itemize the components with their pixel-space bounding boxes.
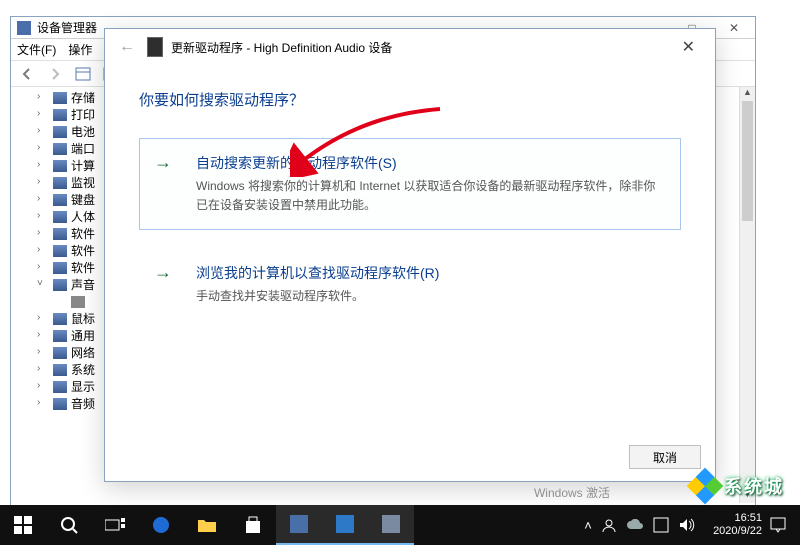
arrow-right-icon: → bbox=[154, 153, 172, 171]
close-button[interactable]: ✕ bbox=[719, 21, 749, 35]
update-driver-dialog: ← 更新驱动程序 - High Definition Audio 设备 ✕ 你要… bbox=[104, 28, 716, 482]
toolbar-back-icon[interactable] bbox=[17, 64, 37, 84]
tree-label: 音频 bbox=[71, 395, 95, 412]
taskbar-app-explorer[interactable] bbox=[184, 505, 230, 545]
menu-action[interactable]: 操作 bbox=[68, 41, 92, 58]
app-icon bbox=[290, 515, 308, 533]
tray-onedrive-icon[interactable] bbox=[627, 519, 653, 531]
option-auto-search[interactable]: → 自动搜索更新的驱动程序软件(S) Windows 将搜索你的计算机和 Int… bbox=[139, 138, 681, 230]
tray-volume-icon[interactable] bbox=[679, 518, 705, 532]
taskbar-clock[interactable]: 16:51 2020/9/22 bbox=[705, 512, 770, 538]
store-icon bbox=[244, 516, 262, 534]
watermark-icon bbox=[687, 468, 724, 505]
edge-icon bbox=[151, 515, 171, 535]
dialog-title: 更新驱动程序 - High Definition Audio 设备 bbox=[171, 39, 392, 56]
tree-label: 计算 bbox=[71, 157, 95, 174]
devmgr-icon bbox=[17, 21, 31, 35]
tree-label: 端口 bbox=[71, 140, 95, 157]
taskbar: ˄ 16:51 2020/9/22 bbox=[0, 505, 800, 545]
tree-label: 存储 bbox=[71, 89, 95, 106]
option-browse-local-desc: 手动查找并安装驱动程序软件。 bbox=[196, 287, 666, 306]
option-browse-local[interactable]: → 浏览我的计算机以查找驱动程序软件(R) 手动查找并安装驱动程序软件。 bbox=[139, 248, 681, 321]
option-auto-search-title: 自动搜索更新的驱动程序软件(S) bbox=[196, 153, 666, 173]
tree-label: 鼠标 bbox=[71, 310, 95, 327]
tree-label: 监视 bbox=[71, 174, 95, 191]
dialog-body: 你要如何搜索驱动程序？ → 自动搜索更新的驱动程序软件(S) Windows 将… bbox=[105, 65, 715, 322]
task-view-button[interactable] bbox=[92, 505, 138, 545]
start-button[interactable] bbox=[0, 505, 46, 545]
toolbar-forward-icon[interactable] bbox=[45, 64, 65, 84]
windows-logo-icon bbox=[14, 516, 32, 534]
tree-label: 软件 bbox=[71, 259, 95, 276]
tree-label: 电池 bbox=[71, 123, 95, 140]
tray-ime-icon[interactable] bbox=[653, 517, 679, 533]
folder-icon bbox=[197, 517, 217, 533]
tree-label: 网络 bbox=[71, 344, 95, 361]
watermark-text: 系统城 bbox=[724, 473, 784, 499]
tree-label: 键盘 bbox=[71, 191, 95, 208]
toolbar-properties-icon[interactable] bbox=[73, 64, 93, 84]
arrow-right-icon: → bbox=[154, 263, 172, 281]
tree-label: 声音 bbox=[71, 276, 95, 293]
scroll-up-icon[interactable]: ▲ bbox=[740, 87, 755, 101]
tree-label: 软件 bbox=[71, 242, 95, 259]
tree-label: 显示 bbox=[71, 378, 95, 395]
search-icon bbox=[60, 516, 78, 534]
taskbar-app-devmgr[interactable] bbox=[368, 505, 414, 545]
tree-label: 打印 bbox=[71, 106, 95, 123]
devmgr-scrollbar[interactable]: ▲ ▼ bbox=[739, 87, 755, 503]
search-button[interactable] bbox=[46, 505, 92, 545]
option-browse-local-title: 浏览我的计算机以查找驱动程序软件(R) bbox=[196, 263, 666, 283]
tree-label: 系统 bbox=[71, 361, 95, 378]
devmgr-taskbar-icon bbox=[382, 515, 400, 533]
taskbar-app-store[interactable] bbox=[230, 505, 276, 545]
devmgr-title-text: 设备管理器 bbox=[37, 19, 97, 36]
dialog-header: ← 更新驱动程序 - High Definition Audio 设备 ✕ bbox=[105, 29, 715, 65]
tray-overflow[interactable]: ˄ bbox=[575, 518, 601, 533]
windows-activate-text: Windows 激活 bbox=[534, 484, 610, 501]
device-icon bbox=[147, 37, 163, 57]
dialog-button-bar: 取消 bbox=[629, 445, 701, 469]
cancel-button[interactable]: 取消 bbox=[629, 445, 701, 469]
tree-label: 人体 bbox=[71, 208, 95, 225]
site-watermark: 系统城 bbox=[692, 473, 784, 499]
tree-label: 通用 bbox=[71, 327, 95, 344]
taskbar-app-edge[interactable] bbox=[138, 505, 184, 545]
menu-file[interactable]: 文件(F) bbox=[17, 41, 56, 58]
taskbar-app-1[interactable] bbox=[276, 505, 322, 545]
scroll-thumb[interactable] bbox=[742, 101, 753, 221]
app-icon bbox=[336, 515, 354, 533]
taskbar-app-2[interactable] bbox=[322, 505, 368, 545]
back-button[interactable]: ← bbox=[113, 38, 141, 56]
tray-notifications-icon[interactable] bbox=[770, 517, 796, 533]
tray-people-icon[interactable] bbox=[601, 517, 627, 533]
dialog-close-button[interactable]: ✕ bbox=[670, 33, 707, 61]
clock-date: 2020/9/22 bbox=[713, 525, 762, 538]
tree-label: 软件 bbox=[71, 225, 95, 242]
option-auto-search-desc: Windows 将搜索你的计算机和 Internet 以获取适合你设备的最新驱动… bbox=[196, 177, 666, 215]
task-view-icon bbox=[105, 518, 125, 532]
dialog-question: 你要如何搜索驱动程序？ bbox=[139, 89, 681, 110]
clock-time: 16:51 bbox=[713, 512, 762, 525]
